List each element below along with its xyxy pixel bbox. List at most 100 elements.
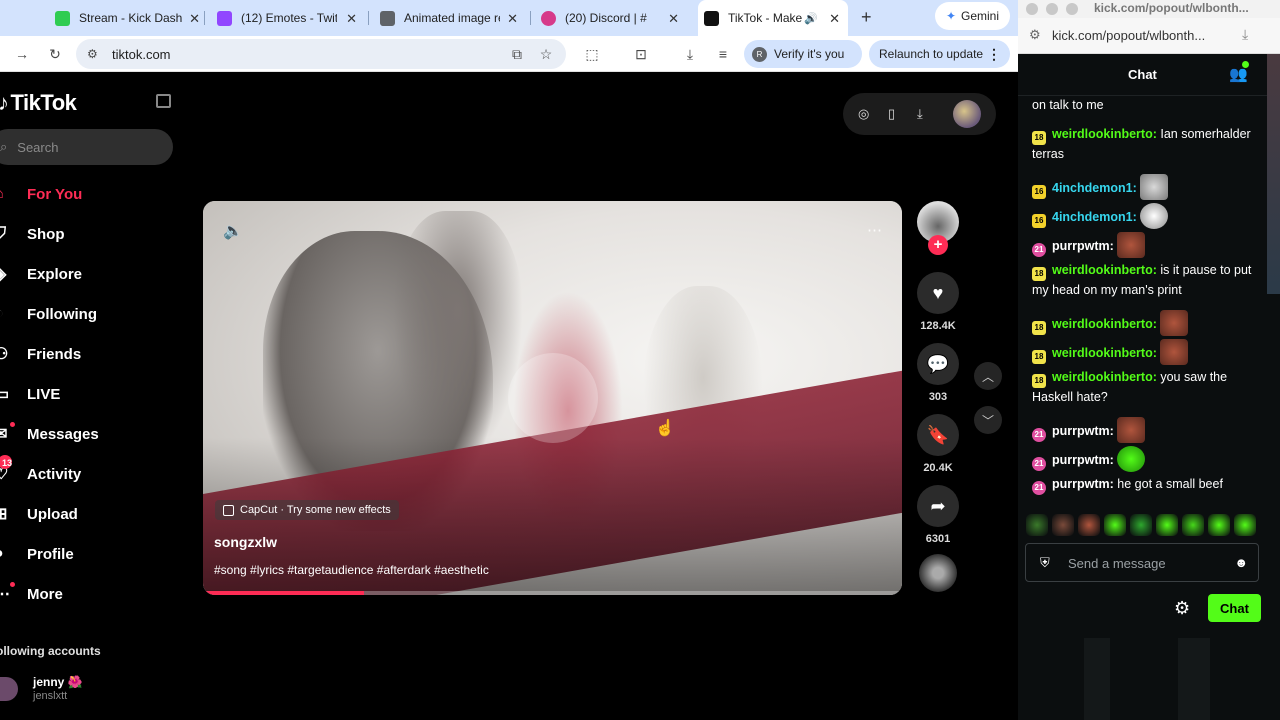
chat-username[interactable]: purrpwtm:	[1052, 477, 1114, 491]
bookmark-star-icon[interactable]: ☆	[535, 43, 557, 65]
chat-username[interactable]: weirdlookinberto:	[1052, 370, 1157, 384]
sidebar-item-shop[interactable]: ⛉ Shop	[0, 222, 65, 246]
site-info-icon[interactable]: ⚙	[87, 47, 98, 61]
collapse-sidebar-icon[interactable]	[156, 94, 171, 108]
music-disc-icon[interactable]	[919, 554, 957, 592]
following-account-item[interactable]: jenny 🌺 jenslxtt	[0, 675, 83, 702]
chat-emote-icon	[1117, 232, 1146, 258]
sidebar-item-activity[interactable]: ♡ Activity 13	[0, 455, 81, 486]
close-tab-icon[interactable]: ✕	[346, 11, 357, 27]
sidebar-item-friends[interactable]: ⚇ Friends	[0, 342, 81, 366]
emote-picker-icon[interactable]	[1208, 514, 1230, 536]
chat-message: 16 4inchdemon1:	[1032, 174, 1257, 200]
emote-picker-icon[interactable]	[1234, 514, 1256, 536]
sidebar-item-label: LIVE	[27, 385, 61, 403]
extensions-icon[interactable]: ⬚	[581, 43, 603, 65]
install-app-icon[interactable]: ⧉	[506, 43, 528, 65]
chat-username[interactable]: weirdlookinberto:	[1052, 317, 1157, 331]
media-control-icon[interactable]: ≡	[712, 43, 734, 65]
tab-tiktok[interactable]: TikTok - Make 🔊 ✕	[698, 0, 848, 36]
device-icon[interactable]: ▯	[888, 106, 895, 122]
chat-username[interactable]: 4inchdemon1:	[1052, 181, 1137, 195]
sidebar-item-live[interactable]: ▭ LIVE	[0, 382, 60, 406]
share-icon[interactable]: ➦	[917, 485, 959, 527]
sidebar-item-profile[interactable]: ● Profile	[0, 542, 74, 566]
close-tab-icon[interactable]: ✕	[668, 11, 679, 27]
video-author[interactable]: songzxlw	[214, 534, 277, 550]
capcut-tag[interactable]: CapCut · Try some new effects	[215, 500, 399, 520]
download-icon[interactable]: ⤓	[1242, 26, 1248, 43]
kebab-menu-icon[interactable]: ⋮	[987, 46, 1001, 63]
sidebar-item-upload[interactable]: ⊞ Upload	[0, 502, 78, 526]
emote-picker-icon[interactable]	[1156, 514, 1178, 536]
emote-picker-icon[interactable]	[1052, 514, 1074, 536]
download-app-icon[interactable]: ⤓	[917, 106, 923, 122]
reload-icon[interactable]: ↻	[44, 43, 66, 65]
sidebar-item-following[interactable]: ◐ Following	[0, 302, 97, 326]
comment-action[interactable]: 💬 303	[917, 343, 959, 403]
forward-icon[interactable]: →	[11, 43, 33, 65]
tab-discord[interactable]: (20) Discord | # ✕	[541, 0, 679, 36]
send-chat-button[interactable]: Chat	[1208, 594, 1261, 622]
close-tab-icon[interactable]: ✕	[189, 11, 200, 27]
video-player[interactable]: 🔈 ⋯ CapCut · Try some new effects songzx…	[203, 201, 902, 595]
emote-picker-icon[interactable]	[1104, 514, 1126, 536]
like-action[interactable]: ♥ 128.4K	[917, 272, 959, 332]
sidebar-item-for-you[interactable]: ⌂ For You	[0, 182, 82, 206]
emoji-icon[interactable]: ☻	[1234, 555, 1248, 570]
chat-username[interactable]: purrpwtm:	[1052, 453, 1114, 467]
chat-username[interactable]: purrpwtm:	[1052, 424, 1114, 438]
tab-kick-dashboard[interactable]: Stream - Kick Dash ✕	[55, 0, 200, 36]
new-tab-button[interactable]: +	[861, 7, 872, 28]
emote-picker-icon[interactable]	[1026, 514, 1048, 536]
emote-picker-icon[interactable]	[1078, 514, 1100, 536]
play-overlay-icon[interactable]	[508, 353, 598, 443]
user-avatar[interactable]	[953, 100, 981, 128]
tab-animated-image[interactable]: Animated image re ✕	[380, 0, 518, 36]
bookmark-icon[interactable]: 🔖	[917, 414, 959, 456]
coins-icon[interactable]: ◎	[858, 106, 869, 122]
site-info-icon[interactable]: ⚙	[1029, 27, 1041, 43]
previous-video-button[interactable]: ︿	[974, 362, 1002, 390]
mute-icon[interactable]: 🔈	[223, 221, 243, 241]
sidebar-item-more[interactable]: ⋯ More	[0, 582, 63, 606]
gemini-button[interactable]: ✦ Gemini	[935, 2, 1010, 30]
emote-picker-icon[interactable]	[1130, 514, 1152, 536]
heart-icon[interactable]: ♥	[917, 272, 959, 314]
address-bar[interactable]: ⚙ tiktok.com	[76, 39, 566, 69]
minimize-window-icon[interactable]	[1046, 3, 1058, 15]
chat-username[interactable]: 4inchdemon1:	[1052, 210, 1137, 224]
follow-plus-icon[interactable]: +	[928, 235, 948, 255]
tab-search-icon[interactable]: ⊡	[630, 43, 652, 65]
share-action[interactable]: ➦ 6301	[917, 485, 959, 545]
emote-picker-icon[interactable]	[1182, 514, 1204, 536]
video-description[interactable]: #song #lyrics #targetaudience #afterdark…	[214, 563, 489, 577]
close-tab-icon[interactable]: ✕	[507, 11, 518, 27]
chat-username[interactable]: weirdlookinberto:	[1052, 127, 1157, 141]
video-progress-bar[interactable]	[203, 591, 902, 595]
like-count: 128.4K	[920, 320, 956, 332]
chat-input[interactable]: ⛨ Send a message ☻	[1025, 543, 1259, 582]
tiktok-page: ♪ TikTok ⌕ Search ⌂ For You ⛉ Shop ◈ Explore ◐…	[0, 72, 1018, 720]
sidebar-item-messages[interactable]: ✉ Messages	[0, 422, 99, 446]
chat-username[interactable]: weirdlookinberto:	[1052, 263, 1157, 277]
close-window-icon[interactable]	[1026, 3, 1038, 15]
settings-gear-icon[interactable]: ⚙	[1174, 598, 1190, 619]
chat-username[interactable]: purrpwtm:	[1052, 239, 1114, 253]
more-options-icon[interactable]: ⋯	[867, 221, 882, 239]
audio-playing-icon[interactable]: 🔊	[804, 12, 818, 25]
next-video-button[interactable]: ﹀	[974, 406, 1002, 434]
comment-icon[interactable]: 💬	[917, 343, 959, 385]
verify-button[interactable]: R Verify it's you	[744, 40, 862, 68]
download-icon[interactable]: ⤓	[679, 43, 701, 65]
tiktok-logo[interactable]: ♪ TikTok	[0, 90, 77, 116]
chat-username[interactable]: weirdlookinberto:	[1052, 346, 1157, 360]
close-tab-icon[interactable]: ✕	[829, 11, 840, 27]
relaunch-button[interactable]: Relaunch to update ⋮	[869, 40, 1010, 68]
search-input[interactable]: ⌕ Search	[0, 129, 173, 165]
maximize-window-icon[interactable]	[1066, 3, 1078, 15]
tab-twitch-emotes[interactable]: (12) Emotes - Twitc ✕	[217, 0, 357, 36]
users-icon[interactable]: 👥	[1229, 61, 1249, 83]
sidebar-item-explore[interactable]: ◈ Explore	[0, 262, 82, 286]
save-action[interactable]: 🔖 20.4K	[917, 414, 959, 474]
